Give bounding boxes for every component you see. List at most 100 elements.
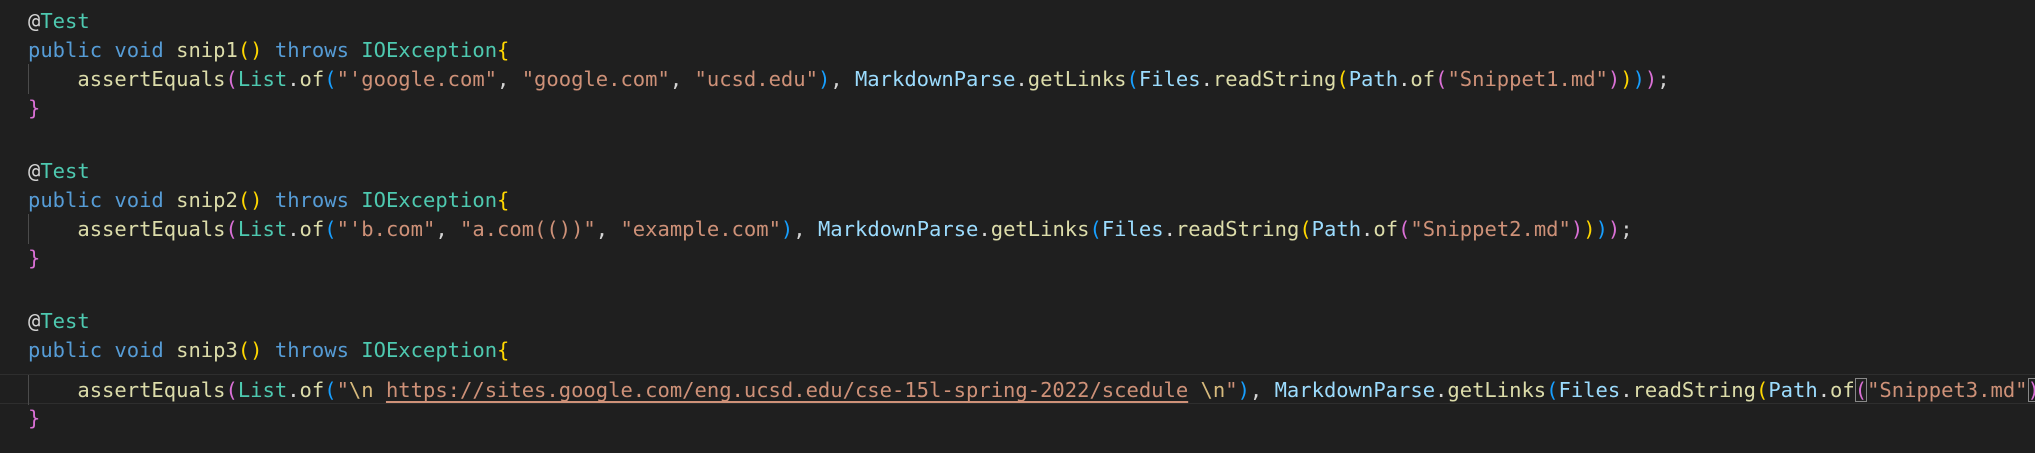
code-editor[interactable]: @Test public void snip1() throws IOExcep… [0, 0, 2035, 453]
function-call: of [299, 217, 325, 241]
function-call: of [1830, 378, 1855, 402]
code-line-annotation[interactable]: @Test [0, 6, 2035, 36]
bracket: ) [1583, 217, 1596, 241]
bracket: ( [1299, 217, 1312, 241]
code-line-annotation[interactable]: @Test [0, 156, 2035, 186]
bracket: } [28, 96, 41, 120]
bracket: ( [1336, 67, 1349, 91]
bracket: ( [324, 378, 337, 402]
function-call: readString [1175, 217, 1300, 241]
escape-sequence: \n [1200, 378, 1226, 402]
at-symbol: @ [28, 309, 41, 333]
bracket: ( [225, 378, 238, 402]
bracket: () [237, 38, 263, 62]
keyword: void [114, 338, 164, 362]
keyword: public [28, 188, 103, 212]
code-line-assert[interactable]: assertEquals(List.of("'b.com", "a.com(()… [0, 214, 2035, 244]
type-name: List [237, 67, 288, 91]
string-literal: "'google.com" [336, 67, 498, 91]
bracket: ( [225, 67, 238, 91]
bracket: ( [324, 67, 337, 91]
function-call: of [299, 67, 325, 91]
annotation: Test [40, 9, 90, 33]
bracket: { [497, 38, 510, 62]
at-symbol: @ [28, 159, 41, 183]
code-line-close[interactable]: } [0, 403, 2035, 433]
bracket: ) [1570, 217, 1584, 241]
method-name: snip1 [176, 38, 238, 62]
bracket: ) [1607, 217, 1621, 241]
bracket: } [28, 246, 41, 270]
function-call: assertEquals [77, 217, 226, 241]
bracket: ( [1546, 378, 1559, 402]
class-name: MarkdownParse [817, 217, 979, 241]
bracket: ) [1620, 67, 1633, 91]
keyword: throws [274, 38, 349, 62]
bracket: ) [817, 67, 831, 91]
bracket: ( [225, 217, 238, 241]
bracket: ) [1644, 67, 1658, 91]
class-name: Files [1558, 378, 1621, 402]
bracket: ) [780, 217, 794, 241]
code-line-close[interactable]: } [0, 243, 2035, 273]
annotation: Test [40, 309, 90, 333]
class-name: MarkdownParse [1274, 378, 1436, 402]
bracket: { [497, 188, 510, 212]
bracket: ( [1755, 378, 1769, 402]
exception-type: IOException [361, 38, 498, 62]
bracket: ) [1595, 217, 1608, 241]
code-line-annotation[interactable]: @Test [0, 306, 2035, 336]
bracket: } [28, 406, 41, 430]
bracket: () [237, 338, 263, 362]
keyword: throws [274, 338, 349, 362]
exception-type: IOException [361, 188, 498, 212]
bracket: ( [1089, 217, 1102, 241]
function-call: assertEquals [77, 67, 226, 91]
function-call: getLinks [1027, 67, 1127, 91]
string-literal: "a.com(())" [460, 217, 596, 241]
bracket: ( [1126, 67, 1139, 91]
string-literal: "Snippet1.md" [1447, 67, 1608, 91]
function-call: of [299, 378, 325, 402]
code-line-signature[interactable]: public void snip1() throws IOException{ [0, 35, 2035, 65]
bracket: ( [1435, 67, 1448, 91]
function-call: readString [1212, 67, 1337, 91]
code-line-assert-current[interactable]: assertEquals(List.of("\n https://sites.g… [0, 374, 2035, 405]
keyword: throws [274, 188, 349, 212]
keyword: public [28, 338, 103, 362]
at-symbol: @ [28, 9, 41, 33]
bracket-match: ) [2027, 378, 2035, 402]
function-call: assertEquals [77, 378, 226, 402]
bracket: { [497, 338, 510, 362]
string-literal: "ucsd.edu" [694, 67, 818, 91]
bracket: ) [1607, 67, 1621, 91]
class-name: Files [1101, 217, 1164, 241]
escape-sequence: \n [348, 378, 374, 402]
function-call: readString [1632, 378, 1756, 402]
string-literal: "Snippet2.md" [1410, 217, 1571, 241]
class-name: Path [1348, 67, 1399, 91]
method-name: snip3 [176, 338, 238, 362]
bracket: ) [1237, 378, 1250, 402]
keyword: public [28, 38, 103, 62]
type-name: List [237, 217, 288, 241]
url-link[interactable]: https://sites.google.com/eng.ucsd.edu/cs… [386, 378, 1188, 402]
bracket: ) [1632, 67, 1645, 91]
class-name: Files [1138, 67, 1201, 91]
code-line-assert[interactable]: assertEquals(List.of("'google.com", "goo… [0, 64, 2035, 94]
class-name: Path [1768, 378, 1818, 402]
string-literal: "example.com" [620, 217, 781, 241]
method-name: snip2 [176, 188, 238, 212]
bracket: () [237, 188, 263, 212]
exception-type: IOException [361, 338, 498, 362]
string-quote: " [1225, 378, 1238, 402]
code-line-signature[interactable]: public void snip3() throws IOException{ [0, 335, 2035, 365]
type-name: List [237, 378, 288, 402]
code-line-signature[interactable]: public void snip2() throws IOException{ [0, 185, 2035, 215]
annotation: Test [40, 159, 90, 183]
function-call: getLinks [1447, 378, 1547, 402]
bracket: ( [1398, 217, 1411, 241]
code-line-close[interactable]: } [0, 93, 2035, 123]
string-literal: "Snippet3.md" [1867, 378, 2028, 402]
keyword: void [114, 188, 164, 212]
